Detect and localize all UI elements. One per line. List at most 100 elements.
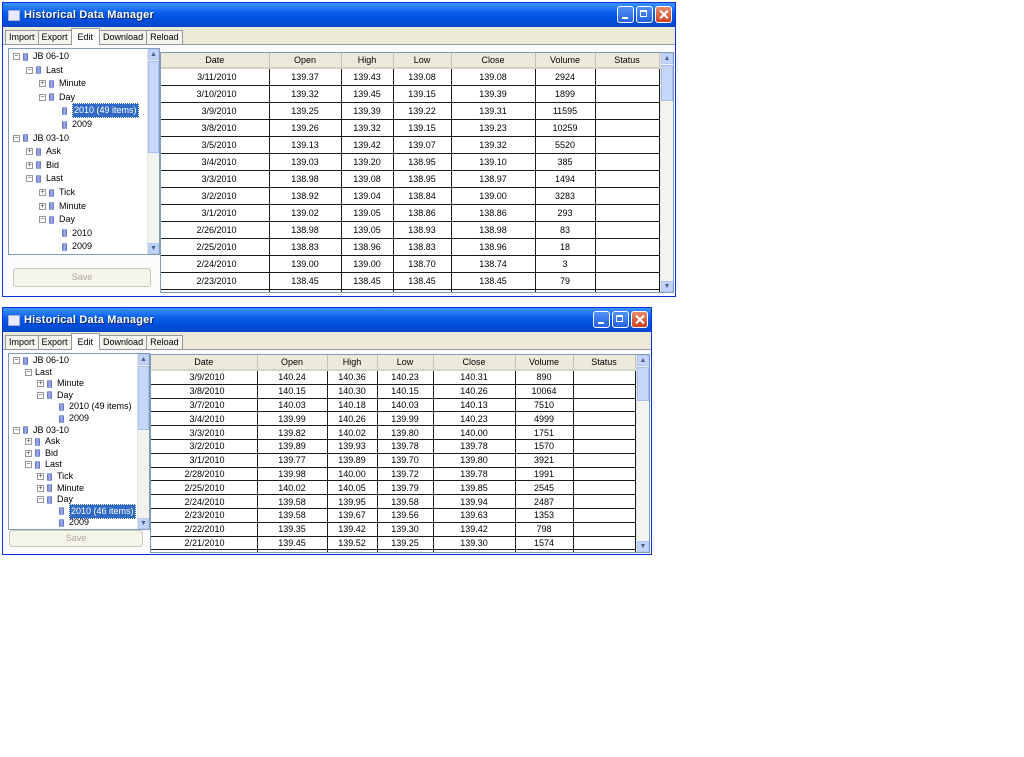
cell-high[interactable]: 139.95 [327,494,378,509]
scroll-thumb[interactable] [138,366,149,430]
tab-edit[interactable]: Edit [70,28,101,45]
cell-volume[interactable]: 10259 [535,119,596,137]
cell-status[interactable] [573,439,636,454]
cell-status[interactable] [573,384,636,399]
cell-date[interactable]: 3/9/2010 [161,102,270,120]
cell-low[interactable]: 138.93 [393,221,452,239]
cell-close[interactable]: 139.10 [451,153,536,171]
tree-node[interactable]: − Last [26,64,63,77]
cell-volume[interactable]: 1899 [535,85,596,103]
collapse-icon[interactable]: − [39,216,46,224]
cell-close[interactable]: 139.80 [433,453,516,468]
cell-open[interactable]: 139.37 [269,68,342,86]
maximize-button[interactable] [612,311,629,328]
table-row[interactable]: 3/7/2010 140.03 140.18 140.03 140.13 7510 [151,398,636,413]
cell-date[interactable]: 2/22/2010 [151,522,258,537]
cell-date[interactable]: 2/21/2010 [151,536,258,551]
cell-close[interactable]: 140.00 [433,425,516,440]
cell-high[interactable]: 140.05 [327,480,378,496]
cell-date[interactable]: 3/8/2010 [161,119,270,137]
cell-low[interactable]: 138.70 [393,255,452,273]
cell-volume[interactable]: 293 [535,204,596,222]
column-header-date[interactable]: Date [161,53,270,69]
cell-high[interactable]: 140.26 [327,411,378,427]
cell-status[interactable] [573,480,636,496]
cell-date[interactable]: 2/24/2010 [151,494,258,509]
cell-status[interactable] [595,68,660,86]
collapse-icon[interactable]: − [37,391,44,399]
cell-volume[interactable]: 83 [535,221,596,239]
cell-date[interactable]: 3/4/2010 [151,411,258,427]
expand-icon[interactable]: + [37,473,44,480]
tree-node-label[interactable]: Day [59,213,75,226]
tab-download[interactable]: Download [99,335,148,349]
cell-date[interactable]: 2/23/2010 [161,272,270,290]
cell-close[interactable]: 138.86 [451,204,536,222]
cell-close[interactable]: 138.96 [451,238,536,256]
cell-status[interactable] [595,238,660,256]
cell-open[interactable]: 139.35 [257,522,328,537]
tree-node[interactable]: 2010 [52,227,92,240]
cell-volume[interactable]: 385 [535,153,596,171]
cell-status[interactable] [595,85,660,103]
cell-low[interactable]: 139.78 [377,439,434,454]
save-button[interactable]: Save [13,268,151,287]
cell-close[interactable]: 139.78 [433,439,516,454]
column-header-volume[interactable]: Volume [515,355,574,371]
tree-node-label[interactable]: 2009 [72,240,92,253]
cell-status[interactable] [573,425,636,440]
expand-icon[interactable]: + [37,484,44,492]
cell-high[interactable]: 139.00 [341,255,394,273]
tab-reload[interactable]: Reload [146,335,183,349]
cell-high[interactable]: 138.45 [341,289,394,292]
cell-status[interactable] [595,119,660,137]
cell-open[interactable]: 138.45 [269,289,342,292]
scroll-down-icon[interactable]: ▼ [138,518,149,529]
tree-node-label[interactable]: Tick [59,186,75,199]
cell-low[interactable]: 139.07 [393,136,452,154]
tree-node[interactable]: 2009 [49,516,89,529]
cell-date[interactable]: 2/24/2010 [161,255,270,273]
cell-status[interactable] [595,153,660,171]
cell-high[interactable]: 140.02 [327,425,378,440]
cell-volume[interactable]: 798 [515,522,574,537]
table-row[interactable]: 2/22/2010 139.35 139.42 139.30 139.42 798 [151,522,636,537]
cell-open[interactable]: 139.13 [269,136,342,154]
cell-date[interactable]: 3/5/2010 [161,136,270,154]
cell-high[interactable]: 138.45 [341,272,394,290]
cell-close[interactable]: 140.23 [433,411,516,427]
cell-close[interactable]: 139.32 [451,136,536,154]
tree-node[interactable]: 2009 [52,240,92,253]
cell-low[interactable]: 138.84 [393,187,452,205]
cell-date[interactable]: 2/23/2010 [151,508,258,523]
cell-low[interactable]: 139.99 [377,411,434,427]
cell-volume[interactable]: 1751 [515,425,574,440]
cell-low[interactable]: 139.38 [377,549,434,552]
cell-high[interactable]: 139.42 [341,136,394,154]
tree-node-label[interactable]: JB 03-10 [33,132,69,145]
scroll-thumb[interactable] [148,61,159,153]
collapse-icon[interactable]: − [39,93,46,101]
tab-export[interactable]: Export [37,30,72,44]
cell-low[interactable]: 139.79 [377,480,434,496]
cell-open[interactable]: 139.58 [257,508,328,523]
cell-close[interactable]: 139.00 [451,187,536,205]
cell-open[interactable]: 139.45 [257,536,328,551]
grid-scrollbar[interactable]: ▲ ▼ [660,53,673,292]
cell-date[interactable]: 2/28/2010 [151,467,258,482]
cell-date[interactable]: 2/25/2010 [151,480,258,496]
cell-high[interactable]: 140.36 [327,370,378,385]
expand-icon[interactable]: + [26,161,33,169]
scroll-up-icon[interactable]: ▲ [637,355,649,366]
table-row[interactable]: 3/5/2010 139.13 139.42 139.07 139.32 5520 [161,136,660,154]
cell-status[interactable] [595,255,660,273]
scroll-up-icon[interactable]: ▲ [661,53,673,64]
cell-open[interactable]: 139.98 [257,467,328,482]
cell-date[interactable]: 3/4/2010 [161,153,270,171]
column-header-close[interactable]: Close [433,355,516,371]
cell-date[interactable]: 3/8/2010 [151,384,258,399]
table-row[interactable]: 3/9/2010 140.24 140.36 140.23 140.31 890 [151,370,636,385]
cell-open[interactable]: 138.92 [269,187,342,205]
tab-edit[interactable]: Edit [70,333,101,350]
cell-date[interactable]: 3/9/2010 [151,370,258,385]
